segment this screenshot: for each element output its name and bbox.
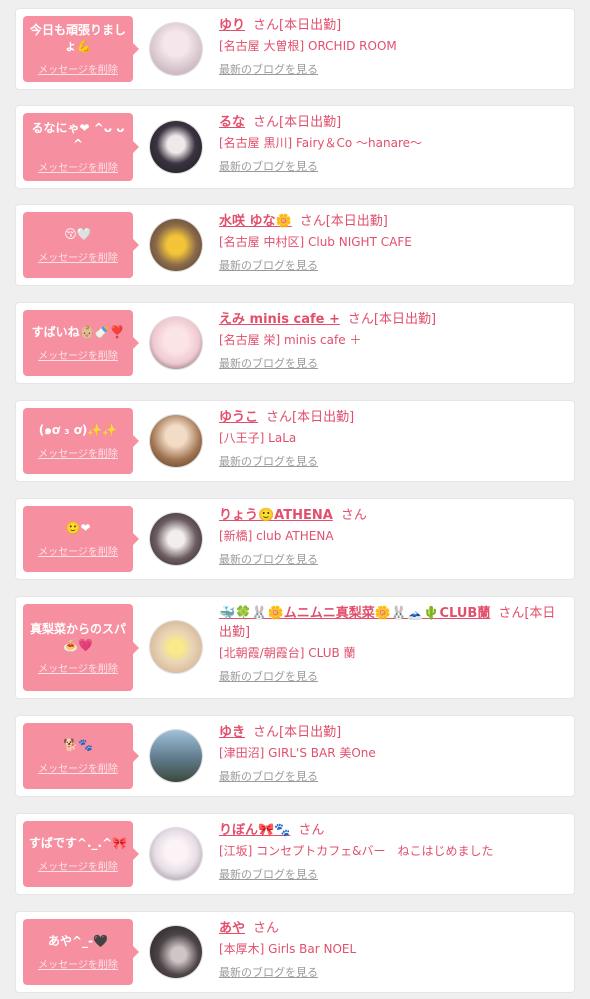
message-list: 今日も頑張りましょ💪 メッセージを削除 ゆり さん[本日出勤] [名古屋 大曽根]… (0, 0, 590, 999)
list-item: 😚🤍 メッセージを削除 水咲 ゆな🌼 さん[本日出勤] [名古屋 中村区] Clu… (16, 205, 574, 285)
status-text: [本日出勤] (279, 725, 342, 740)
latest-blog-link[interactable]: 最新のブログを見る (219, 669, 318, 685)
message-text: あや^_-🖤 (48, 934, 108, 948)
message-bubble: あや^_-🖤 メッセージを削除 (23, 919, 139, 985)
shop-text: [名古屋 栄] minis cafe ＋ (219, 333, 362, 347)
shop-text: [江坂] コンセプトカフェ&バー ねこはじめました (219, 844, 494, 858)
list-item: すばいね👶🏼🍼❣️ メッセージを削除 えみ minis cafe + さん[本日出… (16, 303, 574, 383)
honorific: さん (253, 725, 280, 740)
list-item: あや^_-🖤 メッセージを削除 あや さん [本厚木] Girls Bar NOE… (16, 912, 574, 992)
status-text: [本日出勤] (325, 214, 388, 229)
avatar[interactable] (150, 730, 202, 782)
honorific: さん (340, 508, 367, 523)
message-text: すばです^._.^🎀 (28, 836, 128, 850)
delete-message-link[interactable]: メッセージを削除 (38, 159, 118, 174)
honorific: さん (253, 115, 280, 130)
profile-name-link[interactable]: ゆうこ (219, 410, 258, 425)
message-text: すばいね👶🏼🍼❣️ (31, 325, 125, 339)
honorific: さん (253, 18, 280, 33)
message-bubble: 😚🤍 メッセージを削除 (23, 212, 139, 278)
list-item: 🐕🐾 メッセージを削除 ゆき さん[本日出勤] [津田沼] GIRL'S BAR … (16, 716, 574, 796)
profile-name-link[interactable]: あや (219, 921, 245, 936)
list-item: るなにゃ❤︎ ^ᴗ ᴗ^ メッセージを削除 るな さん[本日出勤] [名古屋 黒川… (16, 106, 574, 188)
avatar[interactable] (150, 121, 202, 173)
message-text: 真梨菜からのスパ🍝💗 (29, 621, 126, 652)
latest-blog-link[interactable]: 最新のブログを見る (219, 62, 318, 78)
shop-text: [津田沼] GIRL'S BAR 美One (219, 746, 376, 760)
message-bubble: 真梨菜からのスパ🍝💗 メッセージを削除 (23, 604, 139, 691)
shop-text: [名古屋 黒川] Fairy＆Co 〜hanare〜 (219, 136, 423, 150)
avatar[interactable] (150, 513, 202, 565)
honorific: さん (298, 823, 325, 838)
latest-blog-link[interactable]: 最新のブログを見る (219, 769, 318, 785)
list-item: すばです^._.^🎀 メッセージを削除 りぼん🎀🐾 さん [江坂] コンセプトカフ… (16, 814, 574, 894)
shop-text: [本厚木] Girls Bar NOEL (219, 942, 357, 956)
message-bubble: 🙂❤ メッセージを削除 (23, 506, 139, 572)
avatar[interactable] (150, 23, 202, 75)
honorific: さん (253, 921, 280, 936)
shop-text: [八王子] LaLa (219, 431, 297, 445)
message-text: 😚🤍 (64, 227, 92, 241)
profile-name-link[interactable]: りぼん🎀🐾 (219, 823, 290, 838)
latest-blog-link[interactable]: 最新のブログを見る (219, 867, 318, 883)
shop-text: [北朝霞/朝霞台] CLUB 蘭 (219, 646, 356, 660)
latest-blog-link[interactable]: 最新のブログを見る (219, 356, 318, 372)
profile-name-link[interactable]: えみ minis cafe + (219, 312, 340, 327)
delete-message-link[interactable]: メッセージを削除 (38, 956, 118, 971)
delete-message-link[interactable]: メッセージを削除 (38, 347, 118, 362)
delete-message-link[interactable]: メッセージを削除 (38, 445, 118, 460)
delete-message-link[interactable]: メッセージを削除 (38, 660, 118, 675)
shop-text: [名古屋 中村区] Club NIGHT CAFE (219, 235, 412, 249)
honorific: さん (347, 312, 374, 327)
shop-text: [新橋] club ATHENA (219, 529, 334, 543)
avatar[interactable] (150, 926, 202, 978)
profile-name-link[interactable]: ゆき (219, 725, 245, 740)
message-bubble: るなにゃ❤︎ ^ᴗ ᴗ^ メッセージを削除 (23, 113, 139, 181)
profile-name-link[interactable]: ゆり (219, 18, 245, 33)
avatar[interactable] (150, 317, 202, 369)
honorific: さん (266, 410, 293, 425)
list-item: 🙂❤ メッセージを削除 りょう🙂ATHENA さん [新橋] club ATHEN… (16, 499, 574, 579)
honorific: さん (299, 214, 326, 229)
profile-name-link[interactable]: るな (219, 115, 245, 130)
delete-message-link[interactable]: メッセージを削除 (38, 61, 118, 76)
message-bubble: すばいね👶🏼🍼❣️ メッセージを削除 (23, 310, 139, 376)
status-text: [本日出勤] (279, 18, 342, 33)
list-item: 真梨菜からのスパ🍝💗 メッセージを削除 🐳🍀🐰🌼ムニムニ真梨菜🌼🐰🗻🌵CLUB蘭… (16, 597, 574, 698)
latest-blog-link[interactable]: 最新のブログを見る (219, 159, 318, 175)
delete-message-link[interactable]: メッセージを削除 (38, 760, 118, 775)
avatar[interactable] (150, 415, 202, 467)
avatar[interactable] (150, 219, 202, 271)
status-text: [本日出勤] (292, 410, 355, 425)
list-item: (๑ơ ₃ ơ)✨✨ メッセージを削除 ゆうこ さん[本日出勤] [八王子] La… (16, 401, 574, 481)
message-text: るなにゃ❤︎ ^ᴗ ᴗ^ (31, 121, 125, 151)
avatar[interactable] (150, 828, 202, 880)
delete-message-link[interactable]: メッセージを削除 (38, 543, 118, 558)
delete-message-link[interactable]: メッセージを削除 (38, 249, 118, 264)
message-text: 今日も頑張りましょ💪 (29, 23, 126, 53)
profile-name-link[interactable]: 水咲 ゆな🌼 (219, 214, 292, 229)
latest-blog-link[interactable]: 最新のブログを見る (219, 258, 318, 274)
delete-message-link[interactable]: メッセージを削除 (38, 858, 118, 873)
avatar[interactable] (150, 621, 202, 673)
message-bubble: すばです^._.^🎀 メッセージを削除 (23, 821, 139, 887)
message-bubble: 今日も頑張りましょ💪 メッセージを削除 (23, 16, 139, 82)
latest-blog-link[interactable]: 最新のブログを見る (219, 552, 318, 568)
status-text: [本日出勤] (373, 312, 437, 327)
message-text: (๑ơ ₃ ơ)✨✨ (38, 423, 118, 437)
profile-name-link[interactable]: 🐳🍀🐰🌼ムニムニ真梨菜🌼🐰🗻🌵CLUB蘭 (219, 606, 490, 621)
message-bubble: (๑ơ ₃ ơ)✨✨ メッセージを削除 (23, 408, 139, 474)
latest-blog-link[interactable]: 最新のブログを見る (219, 454, 318, 470)
profile-name-link[interactable]: りょう🙂ATHENA (219, 508, 333, 523)
status-text: [本日出勤] (279, 115, 342, 130)
message-text: 🙂❤ (65, 521, 91, 535)
honorific: さん (498, 606, 525, 621)
shop-text: [名古屋 大曽根] ORCHID ROOM (219, 39, 397, 53)
message-text: 🐕🐾 (63, 738, 93, 752)
list-item: 今日も頑張りましょ💪 メッセージを削除 ゆり さん[本日出勤] [名古屋 大曽根]… (16, 9, 574, 89)
latest-blog-link[interactable]: 最新のブログを見る (219, 965, 318, 981)
message-bubble: 🐕🐾 メッセージを削除 (23, 723, 139, 789)
